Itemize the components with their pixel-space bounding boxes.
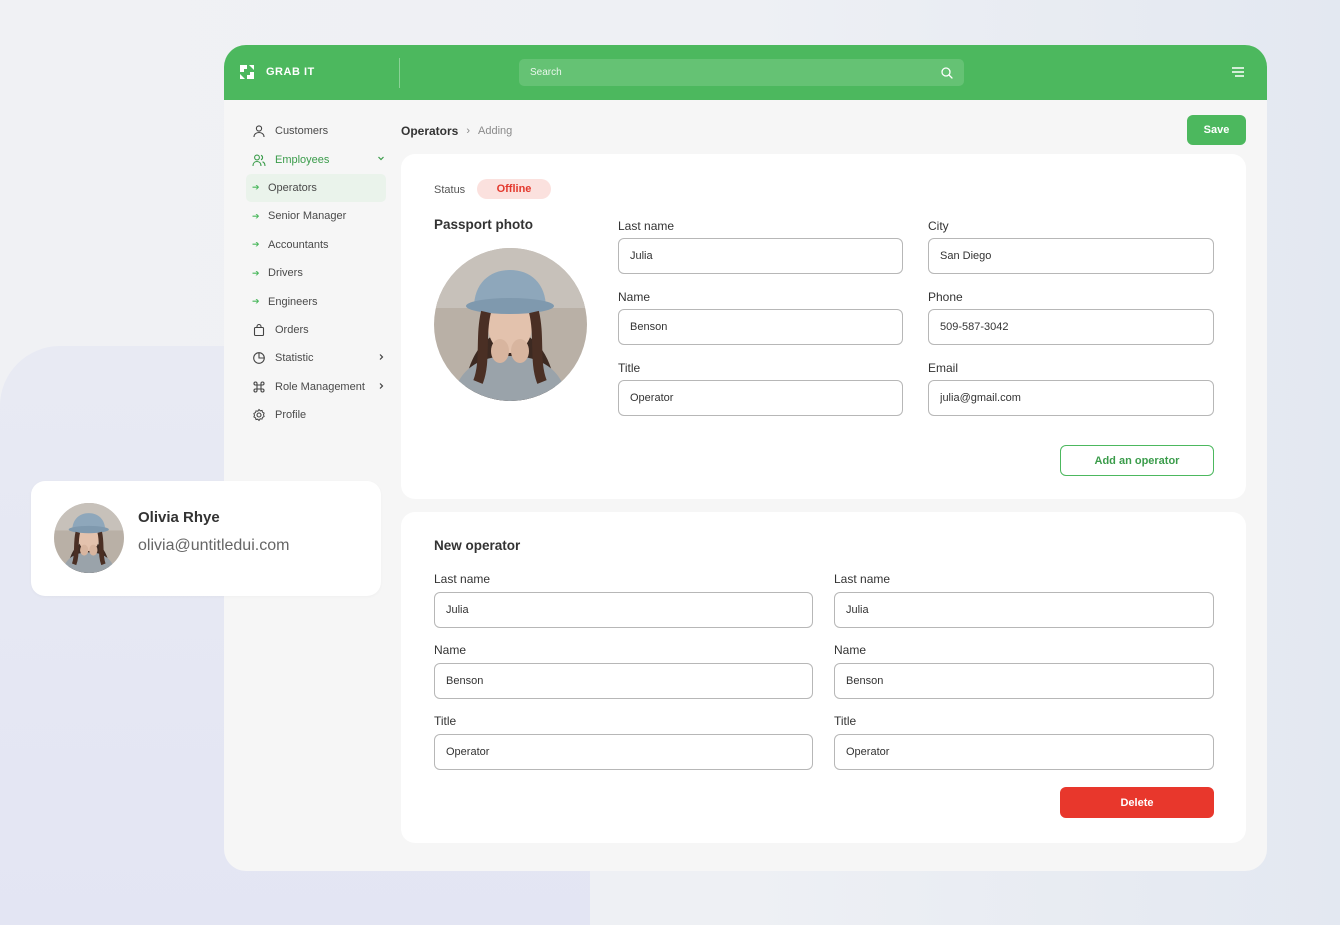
arrow-right-icon: ➔ (252, 210, 260, 221)
last-name-field[interactable] (618, 238, 903, 274)
arrow-right-icon: ➔ (252, 182, 260, 193)
title-label: Title (834, 714, 857, 728)
portrait-image (434, 248, 587, 401)
arrow-right-icon: ➔ (252, 296, 260, 307)
name-label: Name (618, 290, 651, 304)
title-field[interactable] (434, 734, 813, 770)
city-label: City (928, 219, 949, 233)
user-profile-card[interactable]: Olivia Rhye olivia@untitledui.com (31, 481, 381, 596)
logo-icon (240, 65, 254, 79)
last-name-label: Last name (618, 219, 675, 233)
arrow-right-icon: ➔ (252, 239, 260, 250)
avatar (54, 503, 124, 573)
user-icon (253, 125, 265, 138)
breadcrumb: Operators › Adding (401, 124, 512, 138)
sidebar-item-operators[interactable]: ➔ Operators (246, 173, 386, 203)
arrow-right-icon: ➔ (252, 267, 260, 278)
name-label: Name (434, 643, 467, 657)
gear-icon (253, 408, 265, 422)
passport-photo-title: Passport photo (434, 217, 534, 232)
phone-field[interactable] (928, 309, 1214, 345)
sidebar-item-drivers[interactable]: ➔ Drivers (246, 259, 386, 287)
topbar-divider (399, 58, 400, 88)
sidebar-item-customers[interactable]: Customers (246, 117, 386, 145)
title-label: Title (618, 361, 641, 375)
sidebar-item-label: Engineers (268, 295, 318, 308)
passport-photo[interactable] (434, 248, 587, 401)
sidebar-item-label: Accountants (268, 238, 329, 251)
title-field[interactable] (834, 734, 1214, 770)
brand-name: GRAB IT (266, 66, 315, 78)
operator-details-card: Status Offline Passport photo Last name … (401, 154, 1246, 499)
sidebar-item-label: Senior Manager (268, 210, 347, 223)
last-name-label: Last name (834, 572, 891, 586)
sidebar-item-label: Profile (275, 409, 307, 422)
search-icon[interactable] (941, 66, 953, 79)
sidebar-item-profile[interactable]: Profile (246, 401, 386, 429)
sidebar-item-orders[interactable]: Orders (246, 316, 386, 344)
last-name-field[interactable] (434, 592, 813, 628)
name-field[interactable] (834, 663, 1214, 699)
sidebar-item-role-management[interactable]: Role Management (246, 373, 386, 401)
sidebar-item-label: Operators (268, 181, 317, 194)
top-bar: GRAB IT (224, 45, 1267, 100)
chevron-right-icon: › (466, 125, 471, 137)
sidebar-item-label: Role Management (275, 380, 365, 393)
hamburger-menu-icon[interactable] (1231, 65, 1245, 79)
name-field[interactable] (434, 663, 813, 699)
sidebar-item-senior-manager[interactable]: ➔ Senior Manager (246, 202, 386, 230)
profile-email: olivia@untitledui.com (138, 537, 290, 554)
new-operator-title: New operator (434, 538, 521, 553)
sidebar-item-employees[interactable]: Employees (246, 145, 386, 173)
brand-logo[interactable]: GRAB IT (238, 63, 315, 81)
search-bar (519, 59, 964, 86)
sidebar-item-label: Customers (275, 125, 329, 138)
delete-button[interactable]: Delete (1060, 787, 1214, 818)
phone-label: Phone (928, 290, 963, 304)
status-badge: Offline (477, 179, 551, 199)
email-label: Email (928, 361, 959, 375)
portrait-image (54, 503, 124, 573)
sidebar-item-label: Statistic (275, 352, 314, 365)
users-icon (252, 154, 266, 166)
search-input[interactable] (530, 67, 910, 78)
last-name-label: Last name (434, 572, 491, 586)
sidebar-item-label: Orders (275, 323, 309, 336)
sidebar-item-engineers[interactable]: ➔ Engineers (246, 287, 386, 315)
add-operator-button[interactable]: Add an operator (1060, 445, 1214, 476)
last-name-field[interactable] (834, 592, 1214, 628)
name-label: Name (834, 643, 867, 657)
title-label: Title (434, 714, 457, 728)
shopping-bag-icon (253, 323, 265, 336)
chevron-right-icon (379, 382, 384, 389)
city-field[interactable] (928, 238, 1214, 274)
sidebar-item-label: Drivers (268, 267, 303, 280)
title-field[interactable] (618, 380, 903, 416)
status-label: Status (434, 184, 466, 196)
sidebar-item-accountants[interactable]: ➔ Accountants (246, 231, 386, 259)
chevron-down-icon (378, 156, 384, 161)
chevron-right-icon (379, 354, 384, 361)
new-operator-card: New operator Last name Name Title Last n… (401, 512, 1246, 843)
pie-chart-icon (253, 352, 265, 365)
profile-name: Olivia Rhye (138, 509, 220, 526)
app-window: GRAB IT Customers Employees ➔ Ope (224, 45, 1267, 871)
save-button[interactable]: Save (1187, 115, 1246, 145)
sidebar: Customers Employees ➔ Operators ➔ Senior… (246, 117, 386, 429)
name-field[interactable] (618, 309, 903, 345)
sidebar-item-statistic[interactable]: Statistic (246, 344, 386, 372)
email-field[interactable] (928, 380, 1214, 416)
breadcrumb-parent[interactable]: Operators (401, 124, 458, 138)
sidebar-item-label: Employees (275, 153, 330, 166)
breadcrumb-current: Adding (478, 125, 513, 137)
command-icon (253, 381, 265, 393)
